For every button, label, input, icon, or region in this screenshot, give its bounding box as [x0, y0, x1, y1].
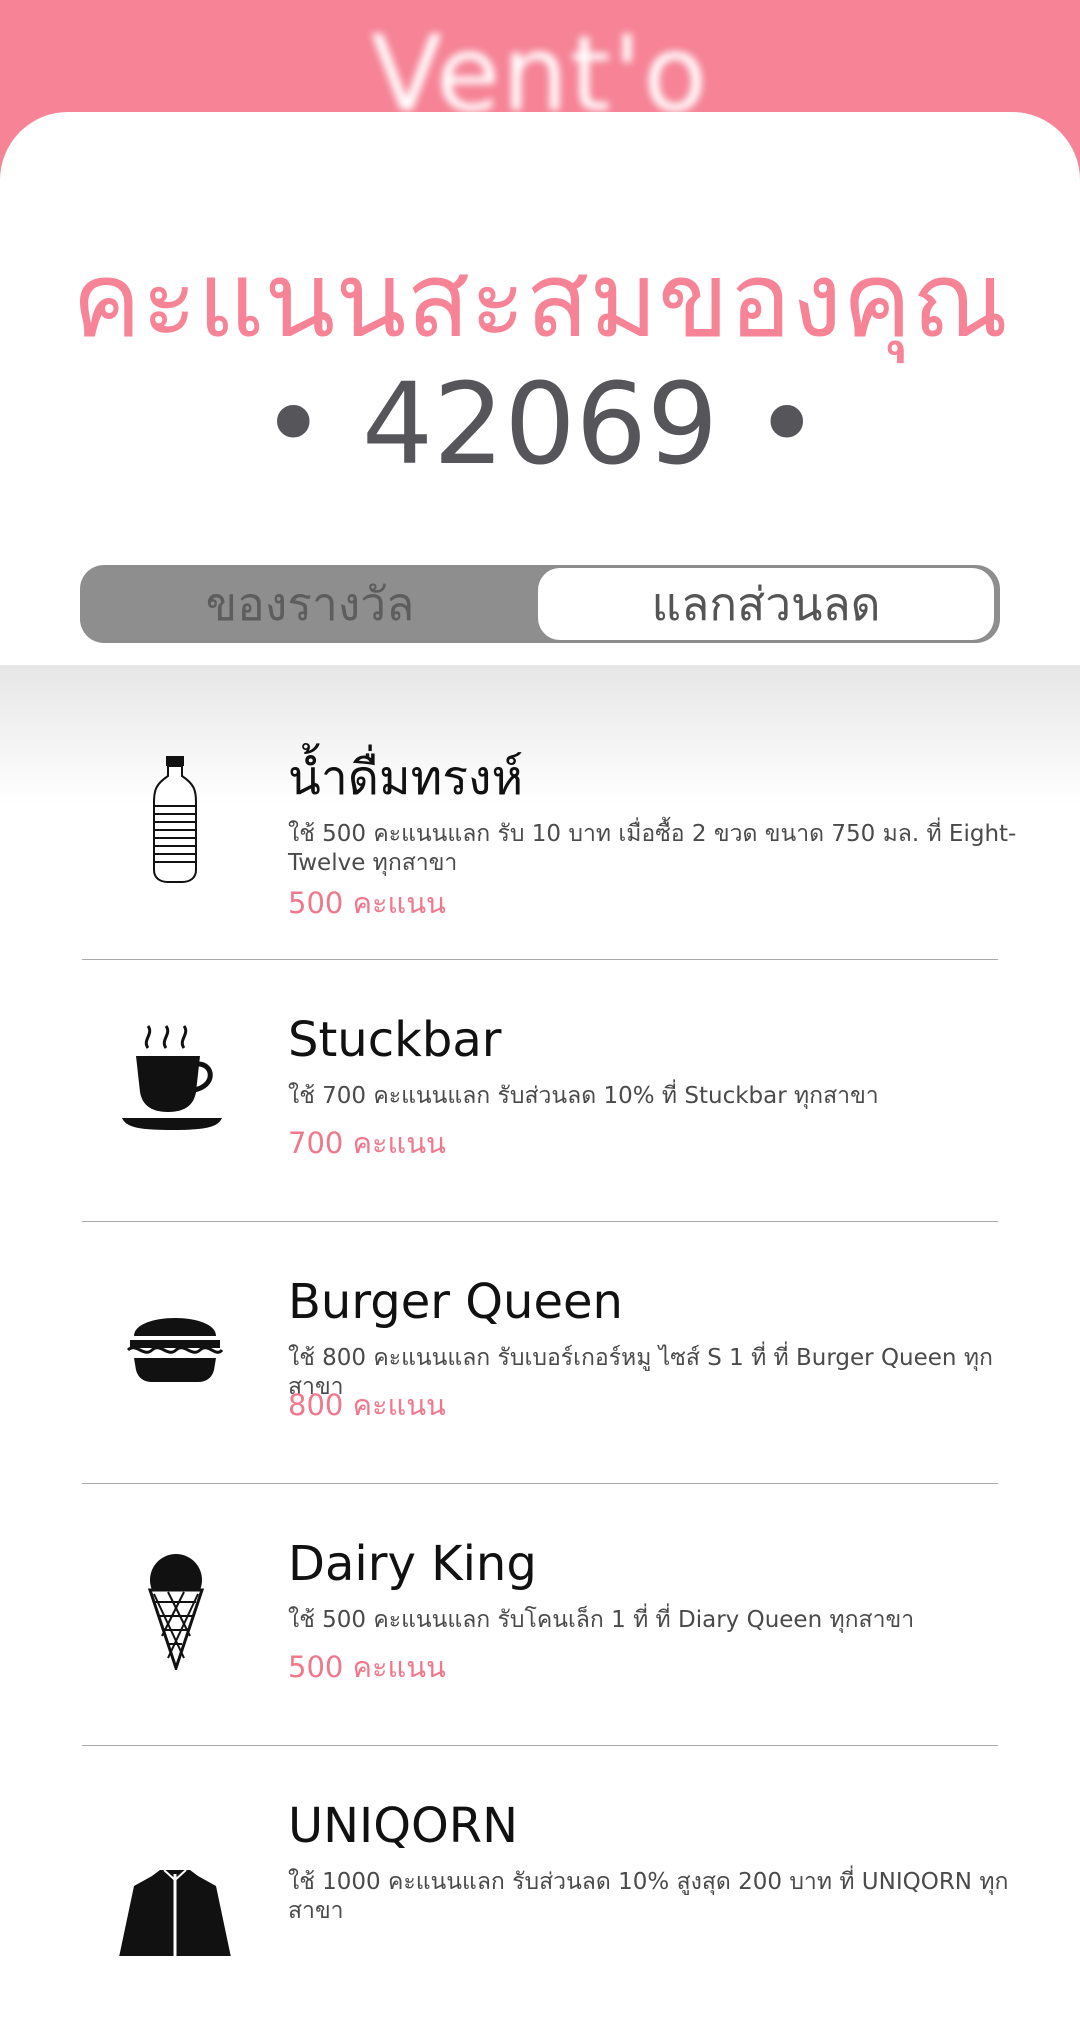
segmented-tabs: ของรางวัล แลกส่วนลด — [80, 565, 1000, 643]
item-name: Stuckbar — [288, 1012, 502, 1068]
item-points: 500 คะแนน — [288, 1650, 446, 1684]
burger-icon — [110, 1278, 240, 1408]
item-description: ใช้ 500 คะแนนแลก รับ 10 บาท เมื่อซื้อ 2 … — [288, 821, 1017, 876]
divider — [82, 1745, 998, 1746]
reward-item[interactable]: Stuckbar ใช้ 700 คะแนนแลก รับส่วนลด 10% … — [0, 980, 1080, 1242]
score-value: • 42069 • — [260, 360, 820, 490]
tab-discounts[interactable]: แลกส่วนลด — [538, 568, 994, 640]
jacket-icon — [110, 1802, 240, 1962]
item-points: 700 คะแนน — [288, 1126, 446, 1160]
item-name: Dairy King — [288, 1536, 537, 1592]
reward-item[interactable]: Dairy King ใช้ 500 คะแนนแลก รับโคนเล็ก 1… — [0, 1504, 1080, 1766]
item-name: Burger Queen — [288, 1274, 623, 1330]
item-points: 500 คะแนน — [288, 886, 446, 920]
item-name: น้ำดื่มทรงห์ — [288, 750, 524, 806]
item-description: ใช้ 500 คะแนนแลก รับโคนเล็ก 1 ที่ ที่ Di… — [288, 1607, 915, 1633]
reward-item[interactable]: Burger Queen ใช้ 800 คะแนนแลก รับเบอร์เก… — [0, 1242, 1080, 1504]
item-name: UNIQORN — [288, 1798, 519, 1854]
item-points: 800 คะแนน — [288, 1388, 446, 1422]
coffee-cup-icon — [110, 1016, 240, 1146]
reward-item[interactable]: UNIQORN ใช้ 1000 คะแนนแลก รับส่วนลด 10% … — [0, 1766, 1080, 2028]
reward-item[interactable]: น้ำดื่มทรงห์ ใช้ 500 คะแนนแลก รับ 10 บาท… — [0, 718, 1080, 980]
score-title: คะแนนสะสมของคุณ — [71, 239, 1009, 361]
water-bottle-icon — [110, 754, 240, 884]
item-description: ใช้ 1000 คะแนนแลก รับส่วนลด 10% สูงสุด 2… — [288, 1869, 1009, 1924]
divider — [82, 1221, 998, 1222]
divider — [82, 959, 998, 960]
divider — [82, 1483, 998, 1484]
tab-rewards[interactable]: ของรางวัล — [80, 565, 540, 643]
item-description: ใช้ 700 คะแนนแลก รับส่วนลด 10% ที่ Stuck… — [288, 1083, 879, 1109]
ice-cream-cone-icon — [110, 1540, 240, 1673]
